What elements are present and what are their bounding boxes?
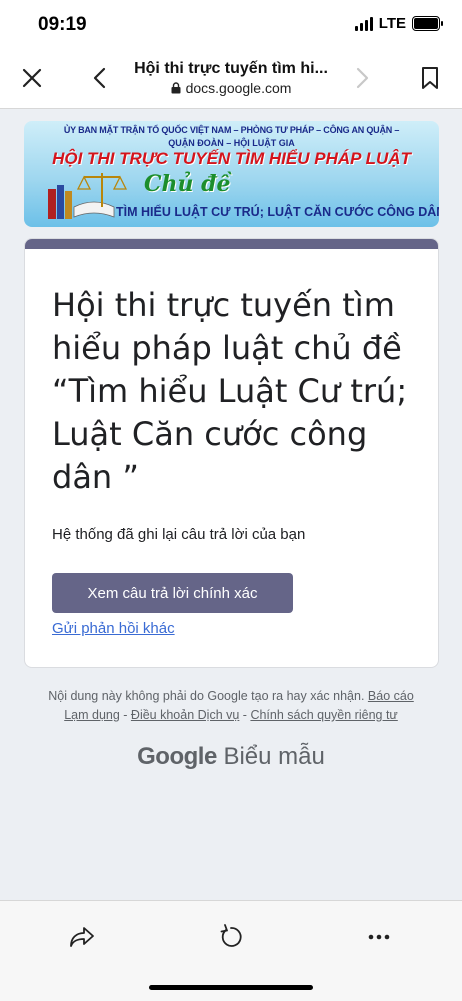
more-dots-icon [368, 934, 390, 940]
form-title: Hội thi trực tuyến tìm hiểu pháp luật ch… [52, 286, 408, 496]
home-indicator [149, 985, 313, 990]
page-title: Hội thi trực tuyến tìm hi... [134, 60, 328, 77]
page-url: docs.google.com [120, 80, 342, 96]
confirmation-message: Hệ thống đã ghi lại câu trả lời của bạn [52, 526, 306, 543]
share-arrow-icon [70, 927, 94, 947]
close-button[interactable] [14, 60, 50, 96]
header-banner-image: ỦY BAN MẶT TRẬN TỔ QUỐC VIỆT NAM – PHÒNG… [24, 121, 439, 227]
chevron-left-icon [93, 67, 106, 89]
view-correct-answers-button[interactable]: Xem câu trả lời chính xác [52, 573, 293, 613]
google-forms-logo[interactable]: Google Biểu mẫu [0, 743, 462, 771]
share-button[interactable] [64, 919, 100, 955]
status-bar: 09:19 LTE [0, 0, 462, 50]
reload-icon [220, 924, 242, 947]
footer-disclaimer-block: Nội dung này không phải do Google tạo ra… [40, 687, 422, 725]
close-icon [22, 68, 42, 88]
banner-subtitle: TÌM HIỂU LUẬT CƯ TRÚ; LUẬT CĂN CƯỚC CÔNG… [116, 205, 439, 219]
bookmark-button[interactable] [412, 60, 448, 96]
confirmation-card: Hội thi trực tuyến tìm hiểu pháp luật ch… [24, 238, 439, 668]
banner-organizers-line2: QUẬN ĐOÀN – HỘI LUẬT GIA [168, 138, 295, 148]
google-wordmark: Google [137, 743, 217, 770]
bookmark-icon [422, 67, 438, 89]
footer-disclaimer: Nội dung này không phải do Google tạo ra… [48, 689, 365, 703]
url-text: docs.google.com [185, 80, 292, 96]
reload-button[interactable] [213, 919, 249, 955]
footer-separator: - [239, 708, 251, 722]
signal-icon [354, 16, 373, 31]
network-type: LTE [378, 15, 406, 32]
footer-separator: - [119, 708, 131, 722]
privacy-policy-link[interactable]: Chính sách quyền riêng tư [250, 708, 397, 722]
browser-nav-bar: Hội thi trực tuyến tìm hi... docs.google… [0, 50, 462, 109]
banner-theme-label: Chủ đề [144, 171, 231, 197]
terms-of-service-link[interactable]: Điều khoản Dịch vụ [131, 708, 239, 722]
forward-button[interactable] [344, 60, 380, 96]
card-accent-bar [25, 239, 438, 249]
chevron-right-icon [356, 67, 369, 89]
battery-icon [412, 16, 443, 31]
status-indicators: LTE [354, 15, 443, 32]
forms-wordmark: Biểu mẫu [223, 743, 325, 770]
back-button[interactable] [82, 60, 118, 96]
lock-icon [171, 82, 181, 94]
status-time: 09:19 [38, 14, 87, 35]
more-options-button[interactable] [361, 919, 397, 955]
banner-title: HỘI THI TRỰC TUYẾN TÌM HIỂU PHÁP LUẬT [52, 149, 411, 168]
banner-organizers-line1: ỦY BAN MẶT TRẬN TỔ QUỐC VIỆT NAM – PHÒNG… [63, 125, 400, 135]
submit-another-response-link[interactable]: Gửi phản hồi khác [52, 620, 175, 637]
